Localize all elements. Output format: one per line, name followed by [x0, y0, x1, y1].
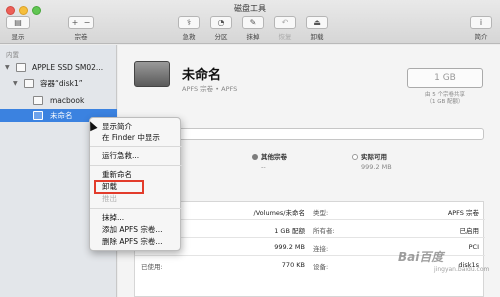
- other-volumes-swatch: [252, 154, 258, 160]
- stethoscope-icon: ⚕: [178, 16, 200, 29]
- info-key: 连接:: [313, 245, 329, 253]
- display-button[interactable]: ▤ 显示: [6, 16, 30, 42]
- legend-other-label: 其他宗卷: [261, 153, 287, 161]
- volume-subtitle: APFS 宗卷 • APFS: [182, 85, 238, 93]
- highlight-annotation: [94, 180, 144, 194]
- legend-available-value: 999.2 MB: [361, 163, 392, 171]
- disclosure-triangle-icon[interactable]: ▼: [13, 77, 18, 90]
- legend-other-volumes: 其他宗卷: [252, 151, 287, 161]
- volume-disk-icon: [134, 61, 170, 87]
- add-volume-icon[interactable]: +: [72, 17, 79, 28]
- restore-icon: ↶: [274, 16, 296, 29]
- info-button[interactable]: i 简介: [470, 16, 492, 42]
- unmount-button[interactable]: ⏏ 卸载: [306, 16, 328, 42]
- info-value: APFS 宗卷: [447, 209, 479, 217]
- window-title: 磁盘工具: [234, 4, 266, 13]
- display-label: 显示: [11, 33, 25, 41]
- menu-separator: [90, 208, 182, 209]
- capacity-note: 由 5 个宗卷共享 （1 GB 配额）: [407, 92, 483, 106]
- menu-item-first-aid[interactable]: 运行急救...: [90, 150, 182, 162]
- capacity-note-line2: （1 GB 配额）: [426, 99, 464, 105]
- menu-item-erase[interactable]: 抹掉...: [90, 212, 182, 224]
- erase-label: 抹掉: [246, 33, 260, 41]
- usage-bar: [134, 128, 484, 140]
- context-menu: 显示简介 在 Finder 中显示 运行急救... 重新命名 卸载 推出 抹掉.…: [89, 117, 182, 251]
- capacity-note-line1: 由 5 个宗卷共享: [425, 92, 465, 98]
- watermark: Bai百度: [398, 250, 444, 264]
- capacity-box: 1 GB: [407, 68, 483, 88]
- disclosure-triangle-icon[interactable]: ▼: [5, 61, 10, 74]
- sidebar-item-apple-ssd[interactable]: ▼ APPLE SSD SM02...: [0, 61, 117, 74]
- volume-icon: [33, 111, 43, 120]
- legend-available-label: 实际可用: [361, 153, 387, 161]
- table-row: 1 GB 配额 所有者: 已启用: [135, 220, 485, 238]
- available-swatch: [352, 154, 358, 160]
- container-icon: [24, 79, 34, 88]
- sidebar-section-internal: 内置: [6, 51, 19, 59]
- restore-label: 恢复: [278, 33, 292, 41]
- info-value: PCI: [468, 243, 479, 251]
- sidebar-item-label: 未命名: [50, 111, 73, 120]
- menu-separator: [90, 146, 182, 147]
- info-value: 1 GB 配额: [274, 227, 305, 235]
- sidebar-toggle-icon: ▤: [6, 16, 30, 29]
- volume-icon: [33, 96, 43, 105]
- info-label: 简介: [474, 33, 488, 41]
- info-key: 已使用:: [141, 263, 163, 271]
- eject-icon: ⏏: [306, 16, 328, 29]
- info-value: 已启用: [459, 227, 480, 235]
- sidebar-item-label: APPLE SSD SM02...: [32, 63, 104, 72]
- info-value: 770 KB: [281, 261, 305, 269]
- first-aid-label: 急救: [182, 33, 196, 41]
- info-key: 所有者:: [313, 227, 335, 235]
- erase-icon: ✎: [242, 16, 264, 29]
- unmount-label: 卸载: [310, 33, 324, 41]
- info-icon: i: [470, 16, 492, 29]
- restore-button[interactable]: ↶ 恢复: [274, 16, 296, 42]
- partition-button[interactable]: ◔ 分区: [210, 16, 232, 42]
- info-value: 999.2 MB: [274, 243, 305, 251]
- legend-available: 实际可用: [352, 151, 387, 161]
- volume-name: 未命名: [182, 68, 222, 83]
- watermark-url: jingyan.baidu.com: [434, 266, 490, 273]
- menu-item-eject[interactable]: 推出: [90, 193, 182, 205]
- sidebar-item-label: 容器“disk1”: [40, 79, 83, 88]
- volume-label: 宗卷: [74, 33, 88, 41]
- partition-icon: ◔: [210, 16, 232, 29]
- internal-disk-icon: [16, 63, 26, 72]
- info-key: 设备:: [313, 263, 329, 271]
- menu-item-add-apfs-volume[interactable]: 添加 APFS 宗卷...: [90, 224, 182, 236]
- menu-item-delete-apfs-volume[interactable]: 删除 APFS 宗卷...: [90, 236, 182, 248]
- info-value: /Volumes/未命名: [253, 209, 305, 217]
- erase-button[interactable]: ✎ 抹掉: [242, 16, 264, 42]
- sidebar-item-container[interactable]: ▼ 容器“disk1”: [0, 77, 117, 90]
- volume-button[interactable]: + − 宗卷: [66, 16, 96, 42]
- partition-label: 分区: [214, 33, 228, 41]
- sidebar-item-macbook[interactable]: macbook: [0, 94, 117, 107]
- sidebar-item-label: macbook: [50, 96, 85, 105]
- info-key: 类型:: [313, 209, 329, 217]
- toolbar: 磁盘工具 ▤ 显示 + − 宗卷 ⚕ 急救 ◔ 分区 ✎ 抹掉 ↶ 恢复 ⏏ 卸载…: [0, 0, 500, 44]
- table-row: /Volumes/未命名 类型: APFS 宗卷: [135, 202, 485, 220]
- menu-item-show-in-finder[interactable]: 在 Finder 中显示: [90, 132, 182, 144]
- first-aid-button[interactable]: ⚕ 急救: [178, 16, 200, 42]
- disk-utility-window: 磁盘工具 ▤ 显示 + − 宗卷 ⚕ 急救 ◔ 分区 ✎ 抹掉 ↶ 恢复 ⏏ 卸载…: [0, 0, 500, 297]
- legend-other-value: --: [261, 163, 266, 171]
- remove-volume-icon[interactable]: −: [84, 17, 91, 28]
- menu-separator: [90, 165, 182, 166]
